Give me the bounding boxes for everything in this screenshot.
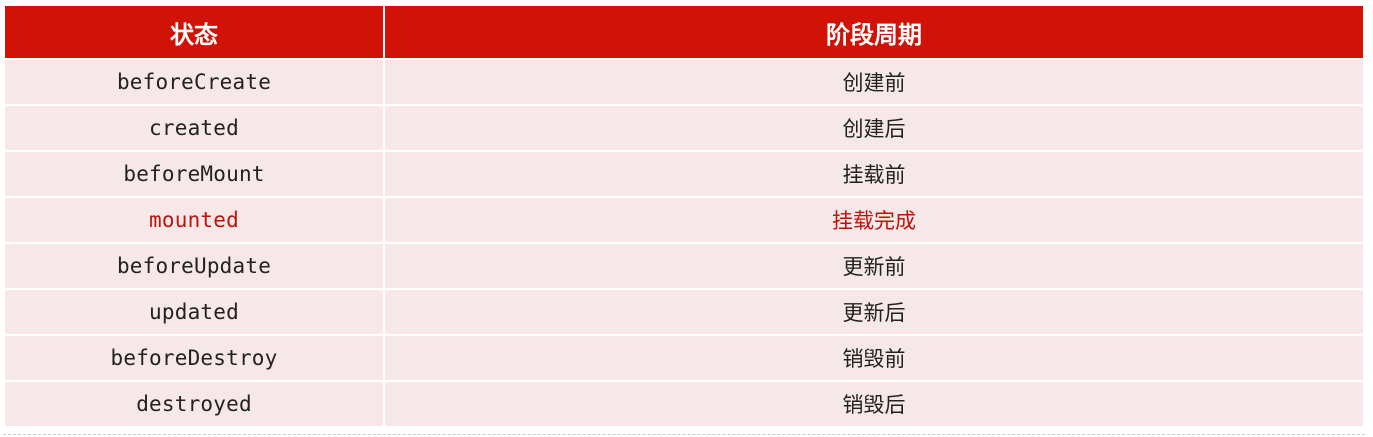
state-cell: beforeCreate — [5, 60, 383, 104]
bottom-divider — [3, 434, 1365, 435]
phase-cell: 挂载前 — [385, 152, 1363, 196]
lifecycle-table: 状态 阶段周期 beforeCreate 创建前 created 创建后 bef… — [3, 4, 1365, 428]
page: 状态 阶段周期 beforeCreate 创建前 created 创建后 bef… — [0, 0, 1373, 437]
phase-cell: 创建后 — [385, 106, 1363, 150]
phase-cell: 销毁后 — [385, 382, 1363, 426]
table-row: destroyed 销毁后 — [5, 382, 1363, 426]
state-cell: updated — [5, 290, 383, 334]
table-row: updated 更新后 — [5, 290, 1363, 334]
phase-cell: 创建前 — [385, 60, 1363, 104]
header-row: 状态 阶段周期 — [5, 6, 1363, 58]
phase-cell: 更新后 — [385, 290, 1363, 334]
header-phase: 阶段周期 — [385, 6, 1363, 58]
header-state: 状态 — [5, 6, 383, 58]
state-cell: beforeMount — [5, 152, 383, 196]
state-cell: created — [5, 106, 383, 150]
table-body: beforeCreate 创建前 created 创建后 beforeMount… — [5, 60, 1363, 426]
state-cell: mounted — [5, 198, 383, 242]
table-row: beforeDestroy 销毁前 — [5, 336, 1363, 380]
phase-cell: 挂载完成 — [385, 198, 1363, 242]
table-row: beforeMount 挂载前 — [5, 152, 1363, 196]
table-row: beforeUpdate 更新前 — [5, 244, 1363, 288]
state-cell: beforeDestroy — [5, 336, 383, 380]
state-cell: beforeUpdate — [5, 244, 383, 288]
phase-cell: 更新前 — [385, 244, 1363, 288]
table-row: created 创建后 — [5, 106, 1363, 150]
phase-cell: 销毁前 — [385, 336, 1363, 380]
state-cell: destroyed — [5, 382, 383, 426]
table-row-highlighted: mounted 挂载完成 — [5, 198, 1363, 242]
table-row: beforeCreate 创建前 — [5, 60, 1363, 104]
table-header: 状态 阶段周期 — [5, 6, 1363, 58]
